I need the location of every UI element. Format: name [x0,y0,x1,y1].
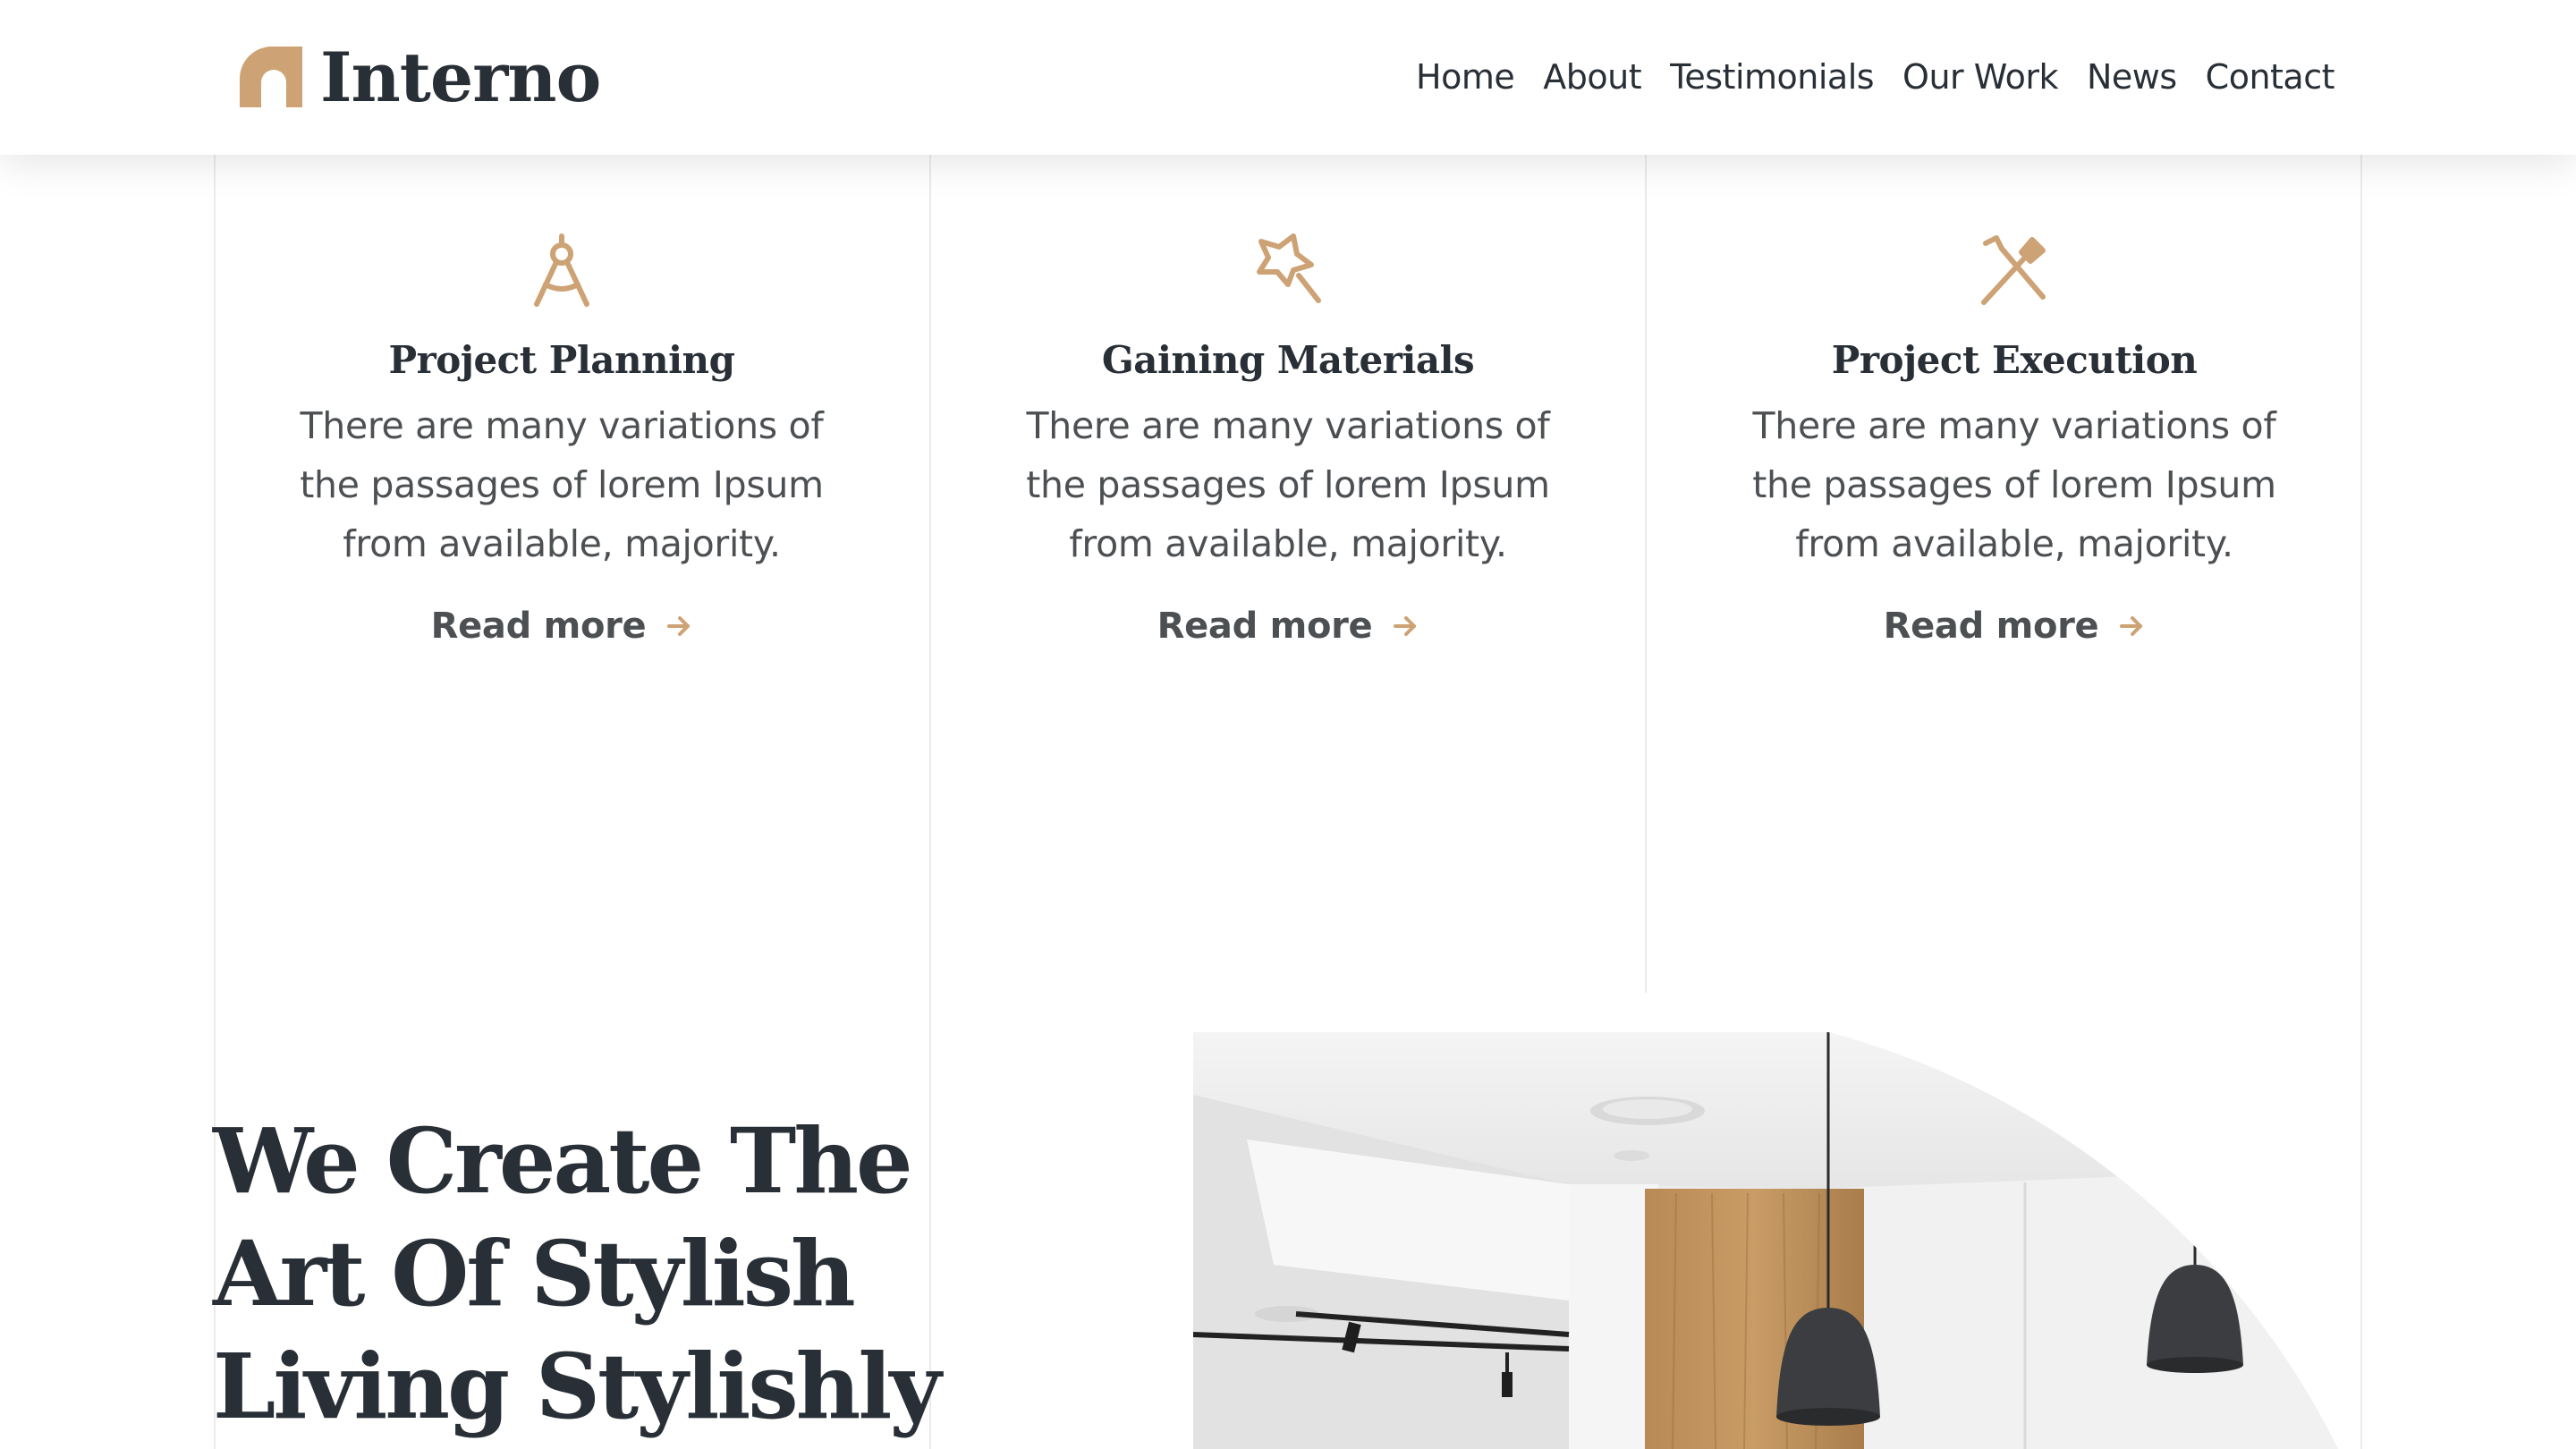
read-more-label: Read more [430,606,647,647]
service-description: There are many variations of the passage… [1026,404,1550,565]
read-more-link[interactable]: Read more [431,606,693,647]
service-card-planning: Project Planning There are many variatio… [204,233,919,647]
read-more-label: Read more [1883,606,2099,647]
arrow-right-icon [667,616,691,636]
compass-icon [534,233,589,307]
service-card-materials: Gaining Materials There are many variati… [930,233,1646,647]
main-nav: Home About Testimonials Our Work News Co… [1416,48,2334,106]
read-more-link[interactable]: Read more [1157,606,1419,647]
service-title: Gaining Materials [1101,338,1475,382]
nav-our-work[interactable]: Our Work [1902,57,2058,97]
service-description: There are many variations of the passage… [1752,404,2276,565]
service-card-execution: Project Execution There are many variati… [1657,233,2372,647]
nav-news[interactable]: News [2087,57,2177,97]
magic-wand-star-icon [1257,233,1321,303]
service-title: Project Execution [1831,338,2198,382]
read-more-link[interactable]: Read more [1884,606,2146,647]
read-more-label: Read more [1157,606,1373,647]
nav-testimonials[interactable]: Testimonials [1670,57,1874,97]
nav-contact[interactable]: Contact [2206,57,2335,97]
nav-about[interactable]: About [1543,57,1641,97]
site-header: Interno Home About Testimonials Our Work… [0,0,2576,155]
arrow-right-icon [1394,616,1417,636]
logo-arch-icon [240,47,302,107]
brand-name: Interno [320,37,601,117]
arrow-right-icon [2120,616,2143,636]
interior-photo [1193,1032,2338,1449]
service-description: There are many variations of the passage… [300,404,824,565]
nav-home[interactable]: Home [1416,57,1515,97]
service-title: Project Planning [388,338,735,382]
hero-title: We Create The Art Of Stylish Living Styl… [213,1108,941,1439]
tools-crossed-icon [1981,235,2046,305]
logo[interactable]: Interno [240,37,601,117]
